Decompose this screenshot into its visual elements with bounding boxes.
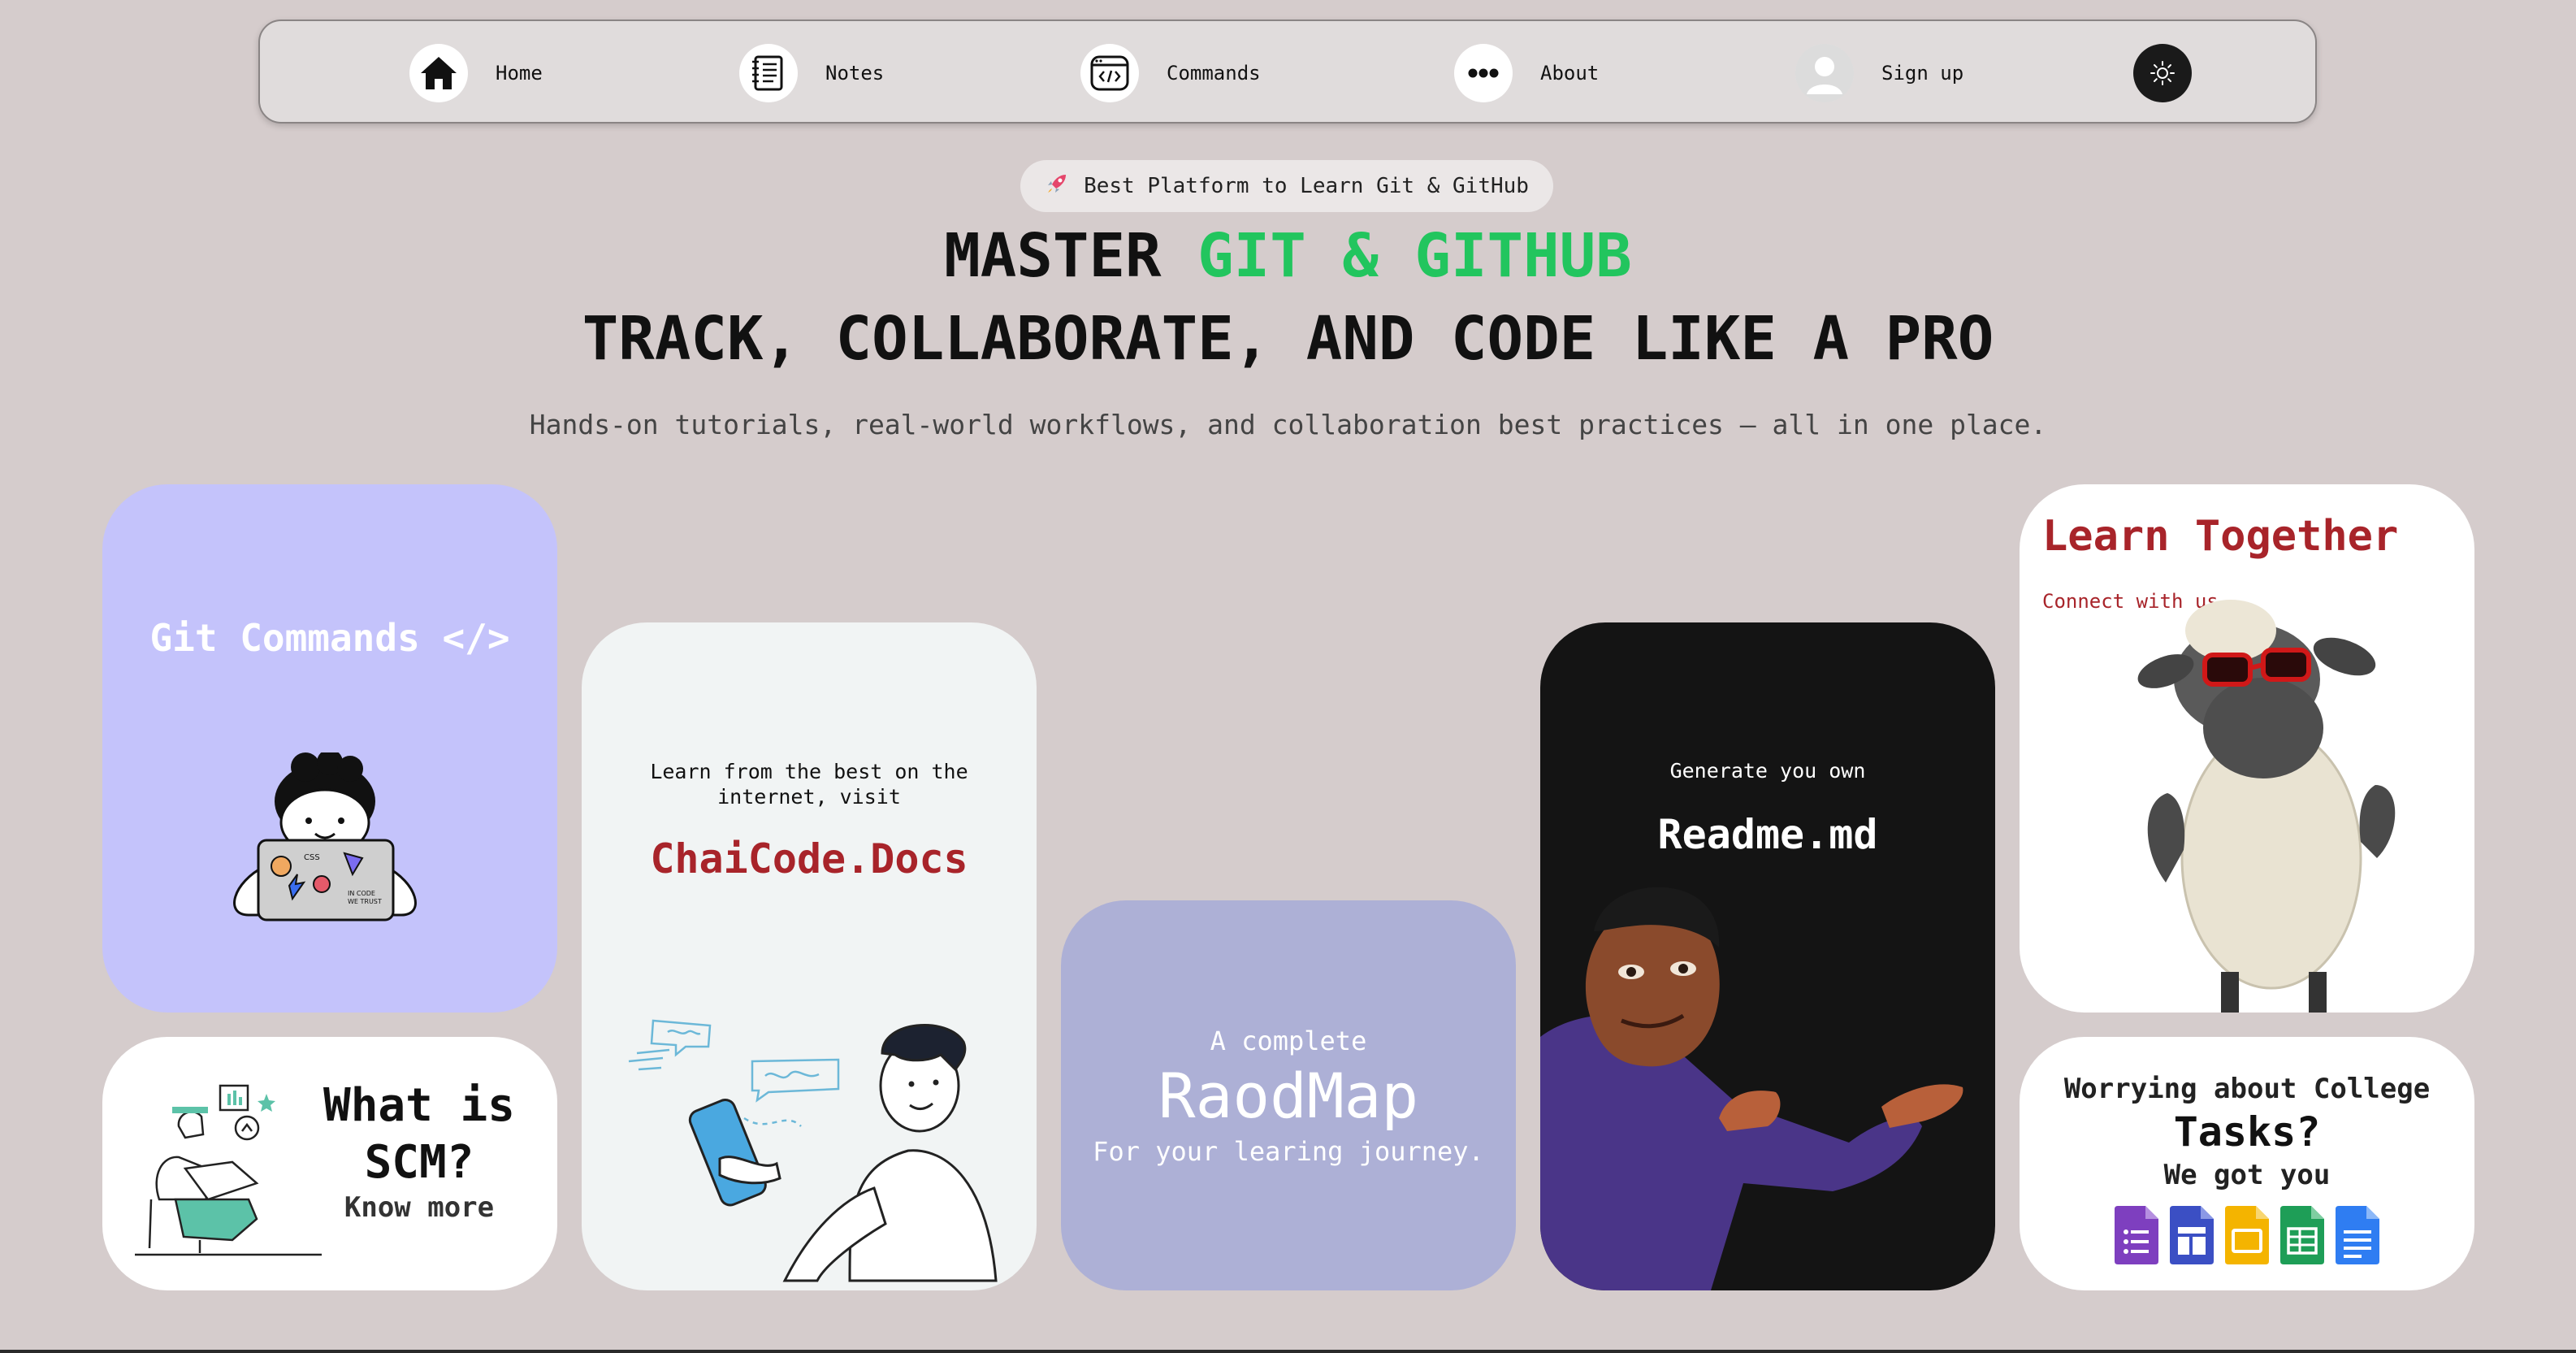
theme-toggle-button[interactable] (2133, 44, 2192, 102)
tasks-line1: Worrying about College (2063, 1073, 2431, 1105)
nav-about[interactable]: About (1454, 44, 1599, 102)
roadmap-pre: A complete (1210, 1026, 1367, 1056)
roadmap-title: RaodMap (1158, 1060, 1419, 1132)
top-navbar: Home Notes Commands About Sign up (258, 20, 2317, 124)
hero-subtitle: Hands-on tutorials, real-world workflows… (529, 409, 2047, 440)
nav-home-label: Home (496, 62, 543, 85)
tasks-line3: We got you (2163, 1159, 2331, 1191)
nav-notes-label: Notes (825, 62, 885, 85)
nav-notes[interactable]: Notes (739, 44, 884, 102)
roadmap-subtitle: For your learing journey. (1093, 1136, 1484, 1167)
nav-commands[interactable]: Commands (1080, 44, 1261, 102)
svg-text:CSS: CSS (304, 853, 320, 862)
more-dots-icon (1454, 44, 1513, 102)
notes-icon (739, 44, 798, 102)
learn-together-card[interactable]: Learn Together Connect with us (2020, 484, 2474, 1013)
hero-badge: Best Platform to Learn Git & GitHub (1020, 160, 1553, 212)
nav-commands-label: Commands (1167, 62, 1261, 85)
learn-together-title: Learn Together (2042, 512, 2399, 561)
bottom-border (0, 1350, 2576, 1353)
google-sheets-icon (2280, 1206, 2324, 1264)
docs-card[interactable]: Learn from the best on the internet, vis… (582, 622, 1037, 1290)
hero-title-part1: MASTER (944, 221, 1198, 291)
google-sites-icon (2170, 1206, 2214, 1264)
git-commands-title: Git Commands </> (149, 616, 510, 660)
roadmap-card[interactable]: A complete RaodMap For your learing jour… (1061, 900, 1516, 1290)
hero-title-accent: GIT & GITHUB (1197, 221, 1632, 291)
google-slides-icon (2225, 1206, 2269, 1264)
readme-card[interactable]: Generate you own Readme.md (1540, 622, 1995, 1290)
rocket-icon (1045, 171, 1069, 202)
google-apps-icons (2020, 1206, 2474, 1264)
nav-signup-label: Sign up (1881, 62, 1964, 85)
user-avatar-icon (1795, 44, 1854, 102)
sun-icon (2150, 61, 2175, 85)
home-icon (409, 44, 468, 102)
svg-text:WE TRUST: WE TRUST (348, 898, 382, 905)
docs-link[interactable]: ChaiCode.Docs (582, 835, 1037, 882)
readme-pre: Generate you own (1669, 759, 1866, 783)
google-forms-icon (2115, 1206, 2158, 1264)
readme-title: Readme.md (1657, 811, 1878, 858)
nav-about-label: About (1540, 62, 1600, 85)
tasks-card[interactable]: Worrying about College Tasks? We got you (2020, 1037, 2474, 1290)
svg-text:IN CODE: IN CODE (348, 890, 375, 897)
code-window-icon (1080, 44, 1139, 102)
google-docs-icon (2336, 1206, 2379, 1264)
hero-title: MASTER GIT & GITHUB (0, 219, 2576, 293)
scm-title: What is SCM? (323, 1079, 515, 1189)
sheep-sunglasses-illustration (2137, 600, 2396, 1013)
tasks-line2: Tasks? (2173, 1108, 2321, 1156)
person-phone-illustration (628, 1019, 998, 1282)
nav-home[interactable]: Home (409, 44, 543, 102)
scm-card[interactable]: What is SCM? Know more (102, 1037, 557, 1290)
docs-text: Learn from the best on the internet, vis… (650, 760, 968, 809)
scm-know-more-link[interactable]: Know more (297, 1191, 541, 1224)
shrugging-man-illustration (1540, 887, 1963, 1290)
nav-signup[interactable]: Sign up (1795, 44, 1963, 102)
coder-laptop-illustration: CSS IN CODE WE TRUST (233, 752, 417, 922)
hero-title-line2: TRACK, COLLABORATE, AND CODE LIKE A PRO (582, 304, 1994, 374)
git-commands-card[interactable]: Git Commands </> CSS IN CODE WE TRUST (102, 484, 557, 1013)
hero-badge-text: Best Platform to Learn Git & GitHub (1084, 174, 1529, 198)
